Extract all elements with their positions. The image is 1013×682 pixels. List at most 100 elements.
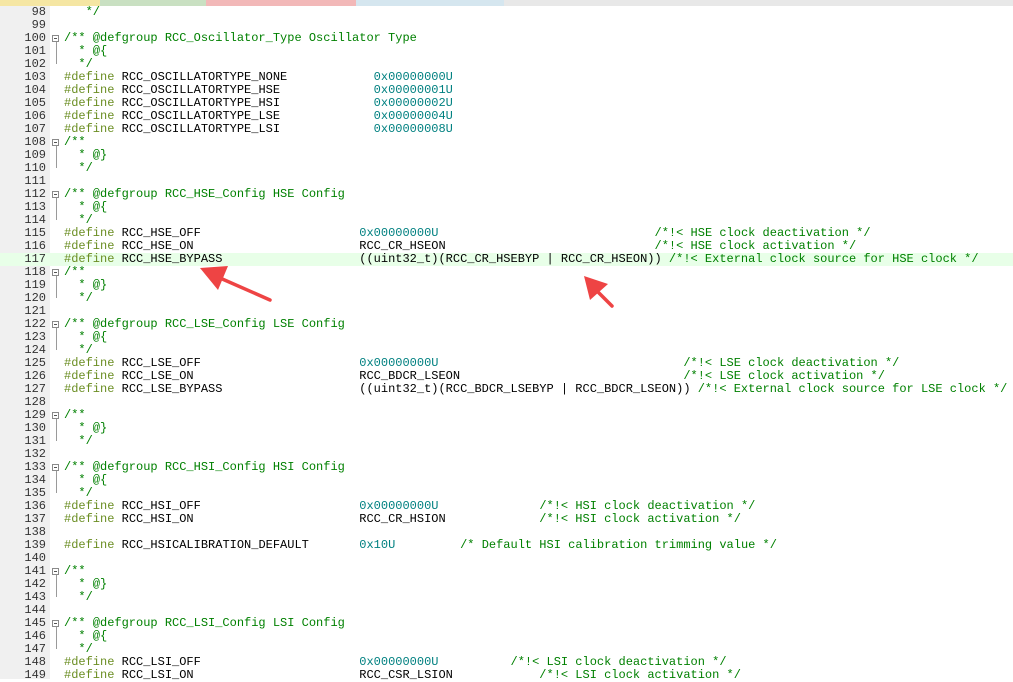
- comment-token: * @}: [64, 148, 108, 162]
- code-token: RCC_HSI_OFF: [114, 499, 360, 513]
- fold-toggle-icon[interactable]: [52, 191, 59, 198]
- comment-token: */: [64, 343, 93, 357]
- code-line[interactable]: 100/** @defgroup RCC_Oscillator_Type Osc…: [0, 32, 1013, 45]
- fold-toggle-icon[interactable]: [52, 464, 59, 471]
- code-area[interactable]: 98 */99 100/** @defgroup RCC_Oscillator_T…: [0, 6, 1013, 682]
- directive-token: #define: [64, 96, 115, 110]
- comment-token: /*!< HSE clock activation */: [654, 239, 857, 253]
- code-line[interactable]: 101 * @{: [0, 45, 1013, 58]
- comment-token: * @{: [64, 473, 108, 487]
- code-line[interactable]: 140: [0, 552, 1013, 565]
- code-line[interactable]: 145/** @defgroup RCC_LSI_Config LSI Conf…: [0, 617, 1013, 630]
- code-token: RCC_OSCILLATORTYPE_HSE: [114, 83, 374, 97]
- number-token: 0x00000000U: [359, 655, 439, 669]
- directive-token: #define: [64, 499, 115, 513]
- code-line[interactable]: 131 */: [0, 435, 1013, 448]
- code-token: RCC_HSE_OFF: [114, 226, 360, 240]
- comment-token: /*!< HSE clock deactivation */: [654, 226, 871, 240]
- comment-token: * @}: [64, 421, 108, 435]
- fold-toggle-icon[interactable]: [52, 269, 59, 276]
- fold-toggle-icon[interactable]: [52, 568, 59, 575]
- comment-token: /*!< LSE clock activation */: [683, 369, 885, 383]
- code-text: */: [64, 162, 92, 175]
- code-text: #define RCC_LSI_ON RCC_CSR_LSION /*!< LS…: [64, 669, 741, 682]
- code-line[interactable]: 127 #define RCC_LSE_BYPASS ((uint32_t)(RC…: [0, 383, 1013, 396]
- directive-token: #define: [64, 252, 115, 266]
- code-token: RCC_LSI_OFF: [114, 655, 360, 669]
- directive-token: #define: [64, 369, 115, 383]
- code-token: RCC_HSE_BYPASS ((uint32_t)(RCC_CR_HSEBYP…: [114, 252, 669, 266]
- comment-token: * @{: [64, 44, 108, 58]
- number-token: 0x00000002U: [373, 96, 453, 110]
- comment-token: /*!< LSI clock deactivation */: [510, 655, 727, 669]
- code-text: */: [64, 6, 100, 19]
- code-line[interactable]: 128: [0, 396, 1013, 409]
- code-line[interactable]: 110 */: [0, 162, 1013, 175]
- comment-token: */: [64, 213, 93, 227]
- number-token: 0x00000000U: [373, 70, 453, 84]
- code-line[interactable]: 139 #define RCC_HSICALIBRATION_DEFAULT 0x…: [0, 539, 1013, 552]
- code-text: #define RCC_OSCILLATORTYPE_LSI 0x0000000…: [64, 123, 453, 136]
- code-line[interactable]: 119 * @}: [0, 279, 1013, 292]
- code-line[interactable]: 129/**: [0, 409, 1013, 422]
- code-line[interactable]: 137 #define RCC_HSI_ON RCC_CR_HSION /*!< …: [0, 513, 1013, 526]
- comment-token: /** @defgroup RCC_LSI_Config LSI Config: [64, 616, 345, 630]
- number-token: 0x00000004U: [373, 109, 453, 123]
- code-line[interactable]: 112/** @defgroup RCC_HSE_Config HSE Conf…: [0, 188, 1013, 201]
- directive-token: #define: [64, 538, 115, 552]
- directive-token: #define: [64, 122, 115, 136]
- code-line[interactable]: 141/**: [0, 565, 1013, 578]
- code-token: RCC_OSCILLATORTYPE_LSI: [114, 122, 374, 136]
- fold-guide: [56, 276, 57, 298]
- code-line[interactable]: 117 #define RCC_HSE_BYPASS ((uint32_t)(RC…: [0, 253, 1013, 266]
- code-line[interactable]: 146 * @{: [0, 630, 1013, 643]
- code-line[interactable]: 133/** @defgroup RCC_HSI_Config HSI Conf…: [0, 461, 1013, 474]
- directive-token: #define: [64, 239, 115, 253]
- fold-toggle-icon[interactable]: [52, 321, 59, 328]
- fold-toggle-icon[interactable]: [52, 620, 59, 627]
- code-line[interactable]: 122/** @defgroup RCC_LSE_Config LSE Conf…: [0, 318, 1013, 331]
- code-line[interactable]: 149 #define RCC_LSI_ON RCC_CSR_LSION /*!<…: [0, 669, 1013, 682]
- fold-toggle-icon[interactable]: [52, 412, 59, 419]
- code-text: #define RCC_HSICALIBRATION_DEFAULT 0x10U…: [64, 539, 777, 552]
- number-token: 0x00000001U: [373, 83, 453, 97]
- fold-guide: [56, 419, 57, 441]
- code-line[interactable]: 118/**: [0, 266, 1013, 279]
- code-token: RCC_OSCILLATORTYPE_LSE: [114, 109, 374, 123]
- fold-toggle-icon[interactable]: [52, 139, 59, 146]
- fold-guide: [56, 575, 57, 597]
- comment-token: /*!< LSE clock deactivation */: [683, 356, 900, 370]
- line-number: 149: [24, 668, 46, 682]
- number-token: 0x00000000U: [359, 499, 439, 513]
- number-token: 0x00000000U: [359, 226, 439, 240]
- comment-token: * @{: [64, 330, 108, 344]
- directive-token: #define: [64, 382, 115, 396]
- code-line[interactable]: 142 * @}: [0, 578, 1013, 591]
- code-line[interactable]: 98 */: [0, 6, 1013, 19]
- code-line[interactable]: 109 * @}: [0, 149, 1013, 162]
- directive-token: #define: [64, 83, 115, 97]
- code-line[interactable]: 130 * @}: [0, 422, 1013, 435]
- code-line[interactable]: 120 */: [0, 292, 1013, 305]
- comment-token: /*!< External clock source for HSE clock…: [668, 252, 979, 266]
- directive-token: #define: [64, 226, 115, 240]
- code-line[interactable]: 107 #define RCC_OSCILLATORTYPE_LSI 0x0000…: [0, 123, 1013, 136]
- code-line[interactable]: 134 * @{: [0, 474, 1013, 487]
- comment-token: /*!< External clock source for LSE clock…: [697, 382, 1008, 396]
- comment-token: /** @defgroup RCC_HSI_Config HSI Config: [64, 460, 345, 474]
- code-line[interactable]: 123 * @{: [0, 331, 1013, 344]
- code-line[interactable]: 108/**: [0, 136, 1013, 149]
- comment-token: */: [64, 486, 93, 500]
- code-line[interactable]: 113 * @{: [0, 201, 1013, 214]
- comment-token: * @{: [64, 629, 108, 643]
- fold-guide: [56, 146, 57, 168]
- code-token: RCC_LSI_ON RCC_CSR_LSION: [114, 668, 540, 682]
- fold-guide: [56, 627, 57, 649]
- code-line[interactable]: 143 */: [0, 591, 1013, 604]
- fold-toggle-icon[interactable]: [52, 35, 59, 42]
- directive-token: #define: [64, 668, 115, 682]
- comment-token: * @}: [64, 278, 108, 292]
- directive-token: #define: [64, 655, 115, 669]
